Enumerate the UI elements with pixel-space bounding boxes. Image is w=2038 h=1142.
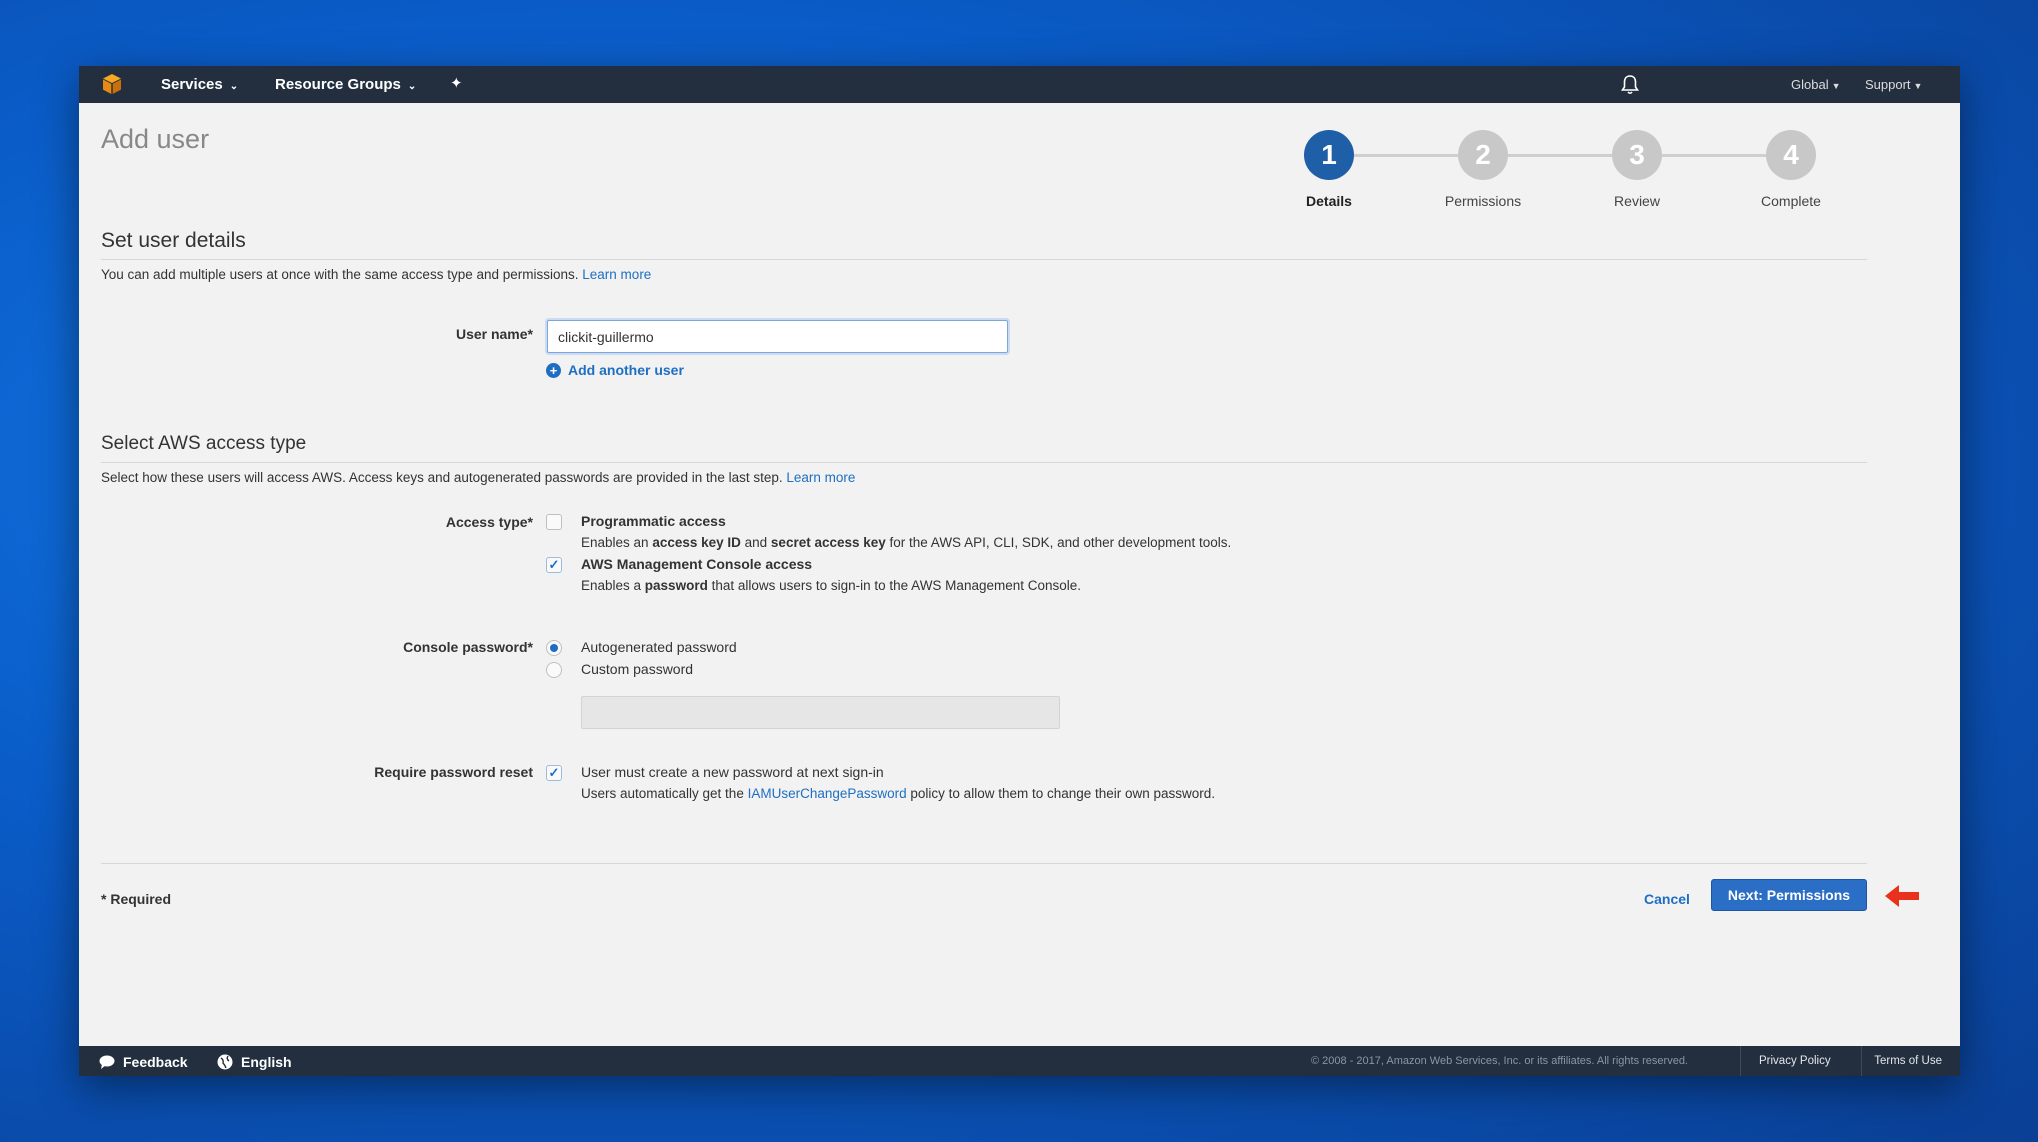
add-another-user-link[interactable]: + Add another user	[546, 362, 684, 378]
console-access-description: Enables a password that allows users to …	[581, 578, 1081, 593]
support-menu[interactable]: Support ▼	[1865, 77, 1922, 92]
aws-cube-logo-icon[interactable]	[101, 73, 123, 95]
globe-icon	[217, 1054, 233, 1070]
caret-down-icon: ▼	[1913, 81, 1923, 91]
services-label: Services	[161, 76, 223, 93]
learn-more-link[interactable]: Learn more	[582, 267, 651, 282]
language-label: English	[241, 1054, 292, 1070]
access-type-description: Select how these users will access AWS. …	[101, 470, 855, 485]
footer-bar: Feedback English © 2008 - 2017, Amazon W…	[79, 1046, 1960, 1076]
page-title: Add user	[101, 124, 210, 154]
programmatic-access-label: Programmatic access	[581, 513, 726, 529]
username-label: User name*	[455, 326, 533, 342]
speech-bubble-icon	[99, 1055, 115, 1069]
feedback-label: Feedback	[123, 1054, 188, 1070]
learn-more-link[interactable]: Learn more	[786, 470, 855, 485]
red-arrow-annotation-icon	[1885, 885, 1919, 907]
divider	[101, 863, 1867, 864]
divider	[1740, 1046, 1741, 1076]
iam-policy-link[interactable]: IAMUserChangePassword	[748, 786, 907, 801]
custom-password-label: Custom password	[581, 661, 694, 677]
require-reset-description: Users automatically get the IAMUserChang…	[581, 786, 1215, 801]
desc-bold: secret access key	[770, 535, 886, 550]
top-nav-bar: Services ⌄ Resource Groups ⌄ ✦ Global ▼ Sup…	[79, 66, 1960, 103]
caret-down-icon: ▼	[1831, 81, 1841, 91]
step-4-circle[interactable]: 4	[1766, 130, 1816, 180]
desc-text: Enables a	[581, 578, 645, 593]
copyright-text: © 2008 - 2017, Amazon Web Services, Inc.…	[1311, 1055, 1688, 1067]
console-window: Services ⌄ Resource Groups ⌄ ✦ Global ▼ Sup…	[79, 66, 1960, 1076]
feedback-button[interactable]: Feedback	[99, 1054, 188, 1070]
require-reset-text: User must create a new password at next …	[581, 764, 884, 780]
programmatic-access-description: Enables an access key ID and secret acce…	[581, 535, 1231, 550]
description-text: Select how these users will access AWS. …	[101, 470, 783, 485]
console-access-label: AWS Management Console access	[581, 556, 813, 572]
bell-icon[interactable]	[1620, 74, 1640, 96]
username-input[interactable]	[547, 320, 1008, 353]
divider	[101, 259, 1867, 260]
desc-text: Enables an	[581, 535, 653, 550]
region-menu[interactable]: Global ▼	[1791, 77, 1841, 92]
resource-groups-label: Resource Groups	[275, 76, 401, 93]
step-2-label: Permissions	[1444, 193, 1522, 209]
services-menu[interactable]: Services ⌄	[161, 76, 238, 93]
desc-text: Users automatically get the	[581, 786, 748, 801]
chevron-down-icon: ⌄	[229, 81, 239, 92]
stepper-track	[1328, 154, 1788, 157]
divider	[101, 462, 1867, 463]
user-details-description: You can add multiple users at once with …	[101, 267, 651, 282]
plus-circle-icon: +	[546, 362, 561, 378]
step-1-circle[interactable]: 1	[1304, 130, 1354, 180]
desc-bold: password	[644, 578, 708, 593]
region-label: Global	[1791, 77, 1829, 92]
require-reset-label: Require password reset	[374, 764, 533, 780]
desc-text: policy to allow them to change their own…	[906, 786, 1216, 801]
terms-of-use-link[interactable]: Terms of Use	[1862, 1055, 1942, 1067]
access-type-heading: Select AWS access type	[101, 433, 307, 454]
step-2-circle[interactable]: 2	[1458, 130, 1508, 180]
description-text: You can add multiple users at once with …	[101, 267, 579, 282]
chevron-down-icon: ⌄	[407, 81, 417, 92]
add-another-label: Add another user	[568, 362, 684, 378]
access-type-label: Access type*	[445, 514, 533, 530]
pin-icon[interactable]: ✦	[450, 74, 463, 92]
user-details-heading: Set user details	[101, 229, 246, 252]
step-3-circle[interactable]: 3	[1612, 130, 1662, 180]
privacy-policy-link[interactable]: Privacy Policy	[1759, 1055, 1831, 1067]
custom-password-radio[interactable]	[546, 662, 562, 678]
console-access-checkbox[interactable]: ✓	[546, 557, 562, 573]
desc-bold: access key ID	[652, 535, 741, 550]
custom-password-input[interactable]	[581, 696, 1060, 729]
autogenerated-password-radio[interactable]	[546, 640, 562, 656]
language-selector[interactable]: English	[217, 1054, 292, 1070]
step-4-label: Complete	[1761, 193, 1821, 209]
autogenerated-password-label: Autogenerated password	[581, 639, 737, 655]
cancel-button[interactable]: Cancel	[1644, 891, 1690, 907]
checkmark-icon: ✓	[548, 557, 560, 572]
step-1-label: Details	[1306, 193, 1352, 209]
next-permissions-button[interactable]: Next: Permissions	[1711, 879, 1867, 911]
desc-text: that allows users to sign-in to the AWS …	[707, 578, 1082, 593]
resource-groups-menu[interactable]: Resource Groups ⌄	[275, 76, 416, 93]
radio-dot	[550, 644, 558, 652]
support-label: Support	[1865, 77, 1911, 92]
require-reset-checkbox[interactable]: ✓	[546, 765, 562, 781]
programmatic-access-checkbox[interactable]	[546, 514, 562, 530]
required-note: * Required	[101, 891, 172, 907]
desc-text: for the AWS API, CLI, SDK, and other dev…	[885, 535, 1232, 550]
console-password-label: Console password*	[403, 639, 533, 655]
desc-text: and	[740, 535, 771, 550]
step-3-label: Review	[1614, 193, 1660, 209]
checkmark-icon: ✓	[548, 765, 560, 780]
